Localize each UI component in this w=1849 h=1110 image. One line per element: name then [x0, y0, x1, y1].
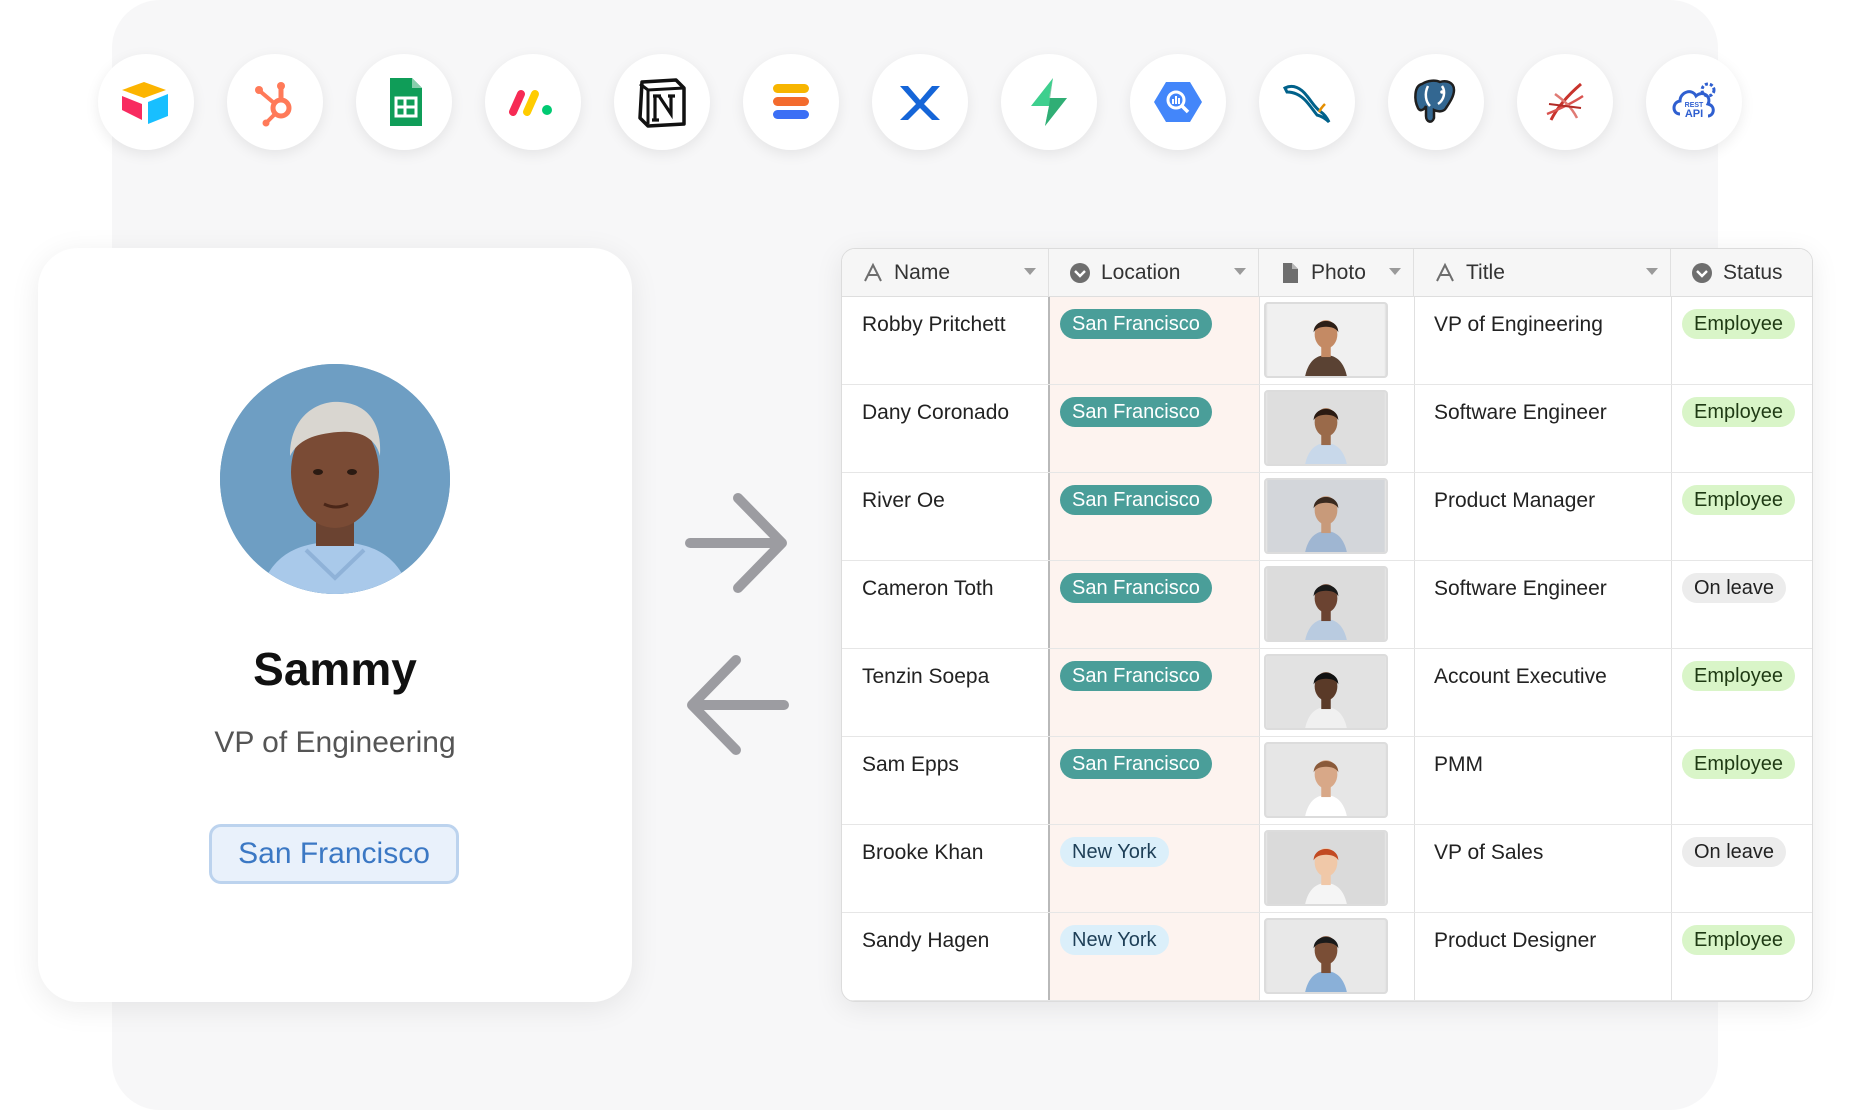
person-photo-icon	[1267, 304, 1385, 376]
stacker-icon[interactable]	[743, 54, 839, 150]
cell-title[interactable]: VP of Engineering	[1434, 313, 1603, 337]
table-row[interactable]: Tenzin Soepa San Francisco Account Executi…	[842, 649, 1812, 737]
cell-name[interactable]: Robby Pritchett	[862, 313, 1006, 337]
table-row[interactable]: Sam Epps San Francisco PMM Employee	[842, 737, 1812, 825]
status-pill[interactable]: On leave	[1682, 573, 1787, 603]
status-pill[interactable]: Employee	[1682, 485, 1795, 515]
postgresql-icon[interactable]	[1388, 54, 1484, 150]
column-header-status[interactable]: Status	[1671, 249, 1812, 297]
column-header-title[interactable]: Title	[1414, 249, 1671, 297]
column-header-location[interactable]: Location	[1049, 249, 1259, 297]
column-header-label: Title	[1466, 261, 1505, 284]
single-select-icon	[1070, 263, 1090, 283]
person-photo-icon	[1267, 568, 1385, 640]
photo-thumbnail[interactable]	[1264, 478, 1388, 554]
person-photo-icon	[1267, 480, 1385, 552]
location-pill[interactable]: San Francisco	[1060, 309, 1212, 339]
table-row[interactable]: Robby Pritchett San Francisco VP of Engine…	[842, 297, 1812, 385]
cell-name[interactable]: River Oe	[862, 489, 945, 513]
profile-title: VP of Engineering	[214, 726, 456, 759]
cell-title[interactable]: Account Executive	[1434, 665, 1607, 689]
data-table: Name Location Photo Title Status Robby P…	[841, 248, 1813, 1002]
column-menu-caret-icon[interactable]	[1646, 268, 1658, 275]
column-header-label: Photo	[1311, 261, 1366, 284]
location-pill[interactable]: San Francisco	[1060, 749, 1212, 779]
cell-title[interactable]: PMM	[1434, 753, 1483, 777]
column-header-label: Name	[894, 261, 951, 284]
status-pill[interactable]: Employee	[1682, 397, 1795, 427]
location-pill[interactable]: New York	[1060, 925, 1169, 955]
person-photo-icon	[1267, 744, 1385, 816]
cell-title[interactable]: VP of Sales	[1434, 841, 1543, 865]
table-row[interactable]: Cameron Toth San Francisco Software Engine…	[842, 561, 1812, 649]
photo-thumbnail[interactable]	[1264, 390, 1388, 466]
location-pill[interactable]: San Francisco	[1060, 661, 1212, 691]
table-row[interactable]: River Oe San Francisco Product Manager Empl…	[842, 473, 1812, 561]
status-pill[interactable]: Employee	[1682, 925, 1795, 955]
notion-icon[interactable]	[614, 54, 710, 150]
cell-name[interactable]: Sam Epps	[862, 753, 959, 777]
status-pill[interactable]: On leave	[1682, 837, 1787, 867]
person-photo-icon	[1267, 392, 1385, 464]
cell-name[interactable]: Brooke Khan	[862, 841, 983, 865]
location-pill[interactable]: San Francisco	[1060, 397, 1212, 427]
photo-thumbnail[interactable]	[1264, 302, 1388, 378]
cell-title[interactable]: Software Engineer	[1434, 577, 1607, 601]
column-header-label: Location	[1101, 261, 1181, 284]
table-row[interactable]: Sandy Hagen New York Product Designer Emplo…	[842, 913, 1812, 1001]
rest-api-icon[interactable]: REST API	[1646, 54, 1742, 150]
attachment-icon	[1283, 263, 1298, 283]
status-pill[interactable]: Employee	[1682, 661, 1795, 691]
column-header-photo[interactable]: Photo	[1259, 249, 1414, 297]
person-photo-icon	[1267, 656, 1385, 728]
column-menu-caret-icon[interactable]	[1234, 268, 1246, 275]
photo-thumbnail[interactable]	[1264, 654, 1388, 730]
cell-title[interactable]: Product Manager	[1434, 489, 1595, 513]
text-field-icon	[864, 262, 882, 282]
text-field-icon	[1436, 262, 1454, 282]
cell-title[interactable]: Product Designer	[1434, 929, 1596, 953]
column-menu-caret-icon[interactable]	[1389, 268, 1401, 275]
cell-name[interactable]: Tenzin Soepa	[862, 665, 989, 689]
cell-title[interactable]: Software Engineer	[1434, 401, 1607, 425]
photo-thumbnail[interactable]	[1264, 566, 1388, 642]
column-header-label: Status	[1723, 261, 1783, 284]
person-photo-icon	[1267, 832, 1385, 904]
profile-avatar	[220, 364, 450, 594]
xano-icon[interactable]	[872, 54, 968, 150]
cell-name[interactable]: Sandy Hagen	[862, 929, 989, 953]
column-menu-caret-icon[interactable]	[1024, 268, 1036, 275]
location-pill[interactable]: San Francisco	[1060, 573, 1212, 603]
location-pill[interactable]: New York	[1060, 837, 1169, 867]
cell-name[interactable]: Cameron Toth	[862, 577, 994, 601]
google-sheets-icon[interactable]	[356, 54, 452, 150]
hubspot-icon[interactable]	[227, 54, 323, 150]
photo-thumbnail[interactable]	[1264, 830, 1388, 906]
profile-name: Sammy	[253, 643, 417, 695]
table-row[interactable]: Brooke Khan New York VP of Sales On leave	[842, 825, 1812, 913]
profile-card[interactable]: Sammy VP of Engineering San Francisco	[38, 248, 632, 1002]
arrow-right-icon	[685, 493, 787, 593]
profile-location-tag[interactable]: San Francisco	[209, 824, 459, 884]
rest-api-label-bottom: API	[1685, 108, 1703, 120]
person-photo-icon	[1267, 920, 1385, 992]
photo-thumbnail[interactable]	[1264, 918, 1388, 994]
column-header-name[interactable]: Name	[842, 249, 1049, 297]
location-pill[interactable]: San Francisco	[1060, 485, 1212, 515]
mysql-icon[interactable]	[1259, 54, 1355, 150]
table-row[interactable]: Dany Coronado San Francisco Software Engin…	[842, 385, 1812, 473]
table-header: Name Location Photo Title Status	[842, 249, 1812, 297]
cell-name[interactable]: Dany Coronado	[862, 401, 1009, 425]
status-pill[interactable]: Employee	[1682, 749, 1795, 779]
photo-thumbnail[interactable]	[1264, 742, 1388, 818]
integration-icons-row: REST API	[98, 54, 1742, 150]
arrow-left-icon	[687, 655, 789, 755]
bigquery-icon[interactable]	[1130, 54, 1226, 150]
sql-server-icon[interactable]	[1517, 54, 1613, 150]
single-select-icon	[1692, 263, 1712, 283]
monday-icon[interactable]	[485, 54, 581, 150]
status-pill[interactable]: Employee	[1682, 309, 1795, 339]
airtable-icon[interactable]	[98, 54, 194, 150]
supabase-icon[interactable]	[1001, 54, 1097, 150]
